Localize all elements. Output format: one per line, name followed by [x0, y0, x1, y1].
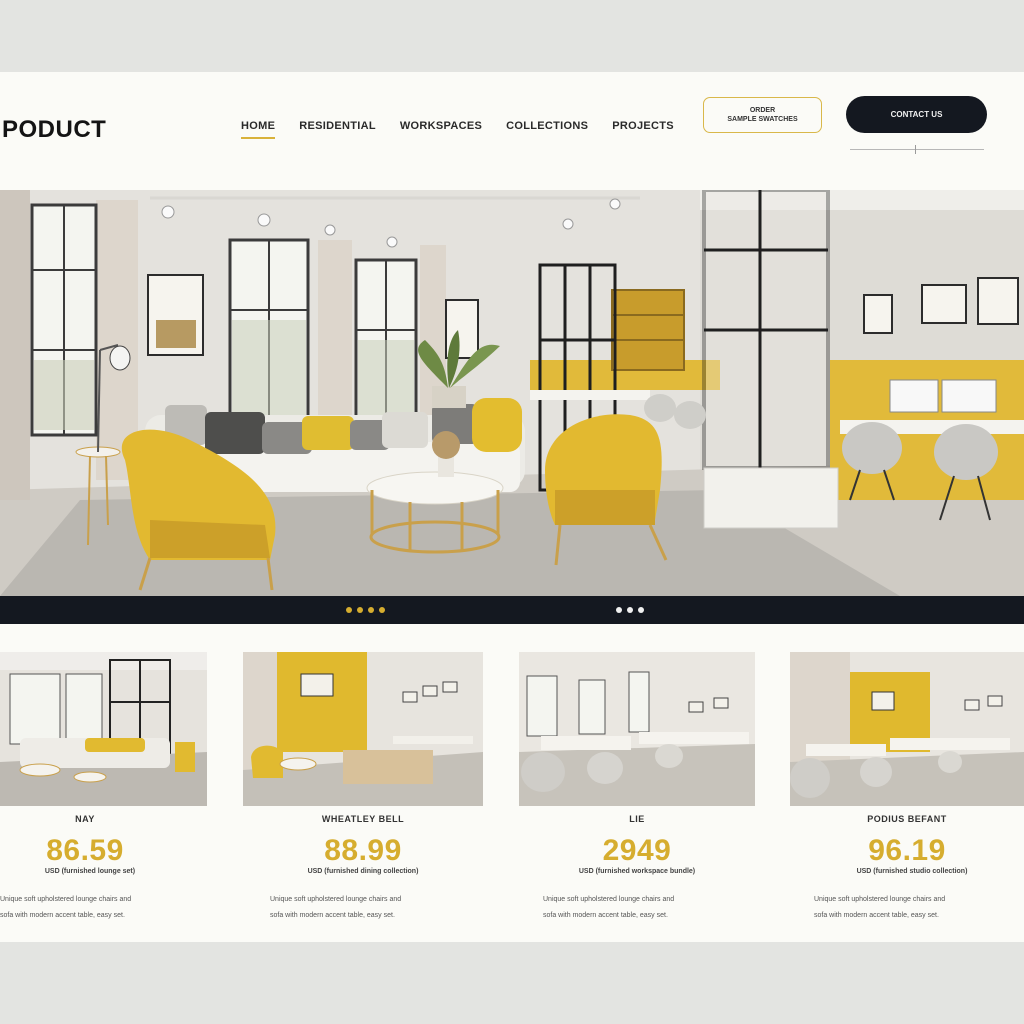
main-nav: HOME RESIDENTIAL WORKSPACES COLLECTIONS …	[241, 120, 674, 139]
product-image-3[interactable]	[519, 652, 755, 806]
product-1-subtitle: USD (furnished lounge set)	[44, 868, 136, 875]
product-4-subtitle: USD (furnished studio collection)	[856, 868, 968, 875]
product-image-4[interactable]	[790, 652, 1024, 806]
product-4-desc-line1: Unique soft upholstered lounge chairs an…	[814, 896, 946, 903]
carousel-dot-1[interactable]	[346, 607, 352, 613]
glass-partition-right	[702, 190, 839, 529]
product-1-price: 86.59	[46, 834, 124, 867]
product-3-name: LIE	[629, 814, 645, 824]
product-4-illustration	[790, 652, 1024, 806]
carousel-dot-7[interactable]	[638, 607, 644, 613]
header-divider	[850, 149, 984, 150]
product-image-2[interactable]	[243, 652, 483, 806]
product-4-price: 96.19	[868, 834, 946, 867]
carousel-dot-6[interactable]	[627, 607, 633, 613]
window-center	[228, 238, 310, 437]
product-2-price: 88.99	[324, 834, 402, 867]
product-2-illustration	[243, 652, 483, 806]
site-logo[interactable]: PODUCT	[2, 116, 106, 144]
order-samples-label-line1: ORDER	[749, 107, 776, 114]
product-2-desc-line2: sofa with modern accent table, easy set.	[270, 912, 395, 919]
carousel-dot-4[interactable]	[379, 607, 385, 613]
product-1-name: NAY	[75, 814, 95, 824]
product-1-description: Unique soft upholstered lounge chairs an…	[0, 892, 200, 924]
header-divider-tick	[915, 145, 916, 154]
carousel-dot-3[interactable]	[368, 607, 374, 613]
window-right	[354, 258, 418, 437]
carousel-dot-2[interactable]	[357, 607, 363, 613]
hero-image	[0, 190, 1024, 596]
contact-button[interactable]: CONTACT US	[846, 96, 987, 133]
hero-living-room-illustration	[0, 190, 1024, 596]
product-4-desc-line2: sofa with modern accent table, easy set.	[814, 912, 939, 919]
order-samples-label-line2: SAMPLE SWATCHES	[727, 116, 798, 123]
product-2-description: Unique soft upholstered lounge chairs an…	[270, 892, 480, 924]
product-3-description: Unique soft upholstered lounge chairs an…	[543, 892, 753, 924]
product-2-desc-line1: Unique soft upholstered lounge chairs an…	[270, 896, 402, 903]
carousel-dots-left	[346, 607, 385, 613]
nav-item-projects[interactable]: PROJECTS	[612, 120, 674, 139]
product-3-subtitle: USD (furnished workspace bundle)	[578, 868, 696, 875]
product-3-desc-line1: Unique soft upholstered lounge chairs an…	[543, 896, 675, 903]
nav-item-workspaces[interactable]: WORKSPACES	[400, 120, 482, 139]
page-canvas: PODUCT HOME RESIDENTIAL WORKSPACES COLLE…	[0, 72, 1024, 942]
nav-item-collections[interactable]: COLLECTIONS	[506, 120, 588, 139]
carousel-indicator-bar	[0, 596, 1024, 624]
order-samples-button[interactable]: ORDER SAMPLE SWATCHES	[703, 97, 822, 133]
site-header: PODUCT HOME RESIDENTIAL WORKSPACES COLLE…	[0, 72, 1024, 190]
product-2-subtitle: USD (furnished dining collection)	[307, 868, 419, 875]
product-1-illustration	[0, 652, 207, 806]
nav-item-home[interactable]: HOME	[241, 120, 276, 139]
product-1-desc-line2: sofa with modern accent table, easy set.	[0, 912, 125, 919]
product-3-illustration	[519, 652, 755, 806]
window-left	[30, 203, 98, 437]
product-3-desc-line2: sofa with modern accent table, easy set.	[543, 912, 668, 919]
carousel-dots-right	[616, 607, 644, 613]
product-3-price: 2949	[602, 834, 672, 867]
nav-item-residential[interactable]: RESIDENTIAL	[299, 120, 376, 139]
carousel-dot-5[interactable]	[616, 607, 622, 613]
product-1-desc-line1: Unique soft upholstered lounge chairs an…	[0, 896, 132, 903]
product-4-name: PODIUS BEFANT	[867, 814, 947, 824]
product-image-1[interactable]	[0, 652, 207, 806]
product-2-name: WHEATLEY BELL	[321, 814, 405, 824]
product-4-description: Unique soft upholstered lounge chairs an…	[814, 892, 1022, 924]
